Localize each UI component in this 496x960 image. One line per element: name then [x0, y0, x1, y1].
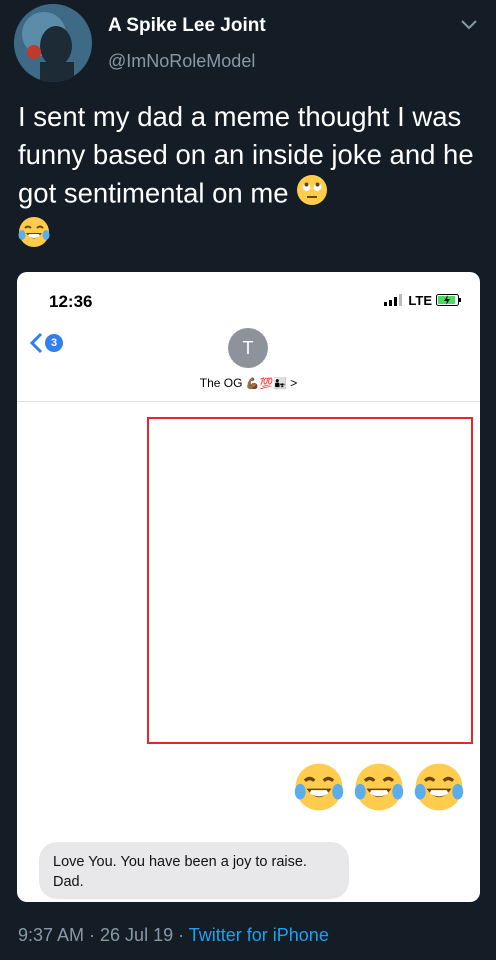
display-name[interactable]: A Spike Lee Joint — [108, 15, 266, 37]
chevron-down-icon[interactable] — [460, 18, 478, 32]
network-label: LTE — [408, 292, 432, 308]
tears-of-joy-emoji-icon — [414, 762, 464, 817]
contact-name: The OG — [199, 376, 243, 390]
chevron-left-icon — [29, 332, 43, 354]
unread-count-badge: 3 — [45, 334, 63, 352]
tweet-body: I sent my dad a meme thought I was funny… — [18, 98, 480, 258]
contact-emojis: 💪🏾💯👨‍👧 — [245, 378, 287, 390]
avatar-image — [14, 4, 92, 82]
message-line-2: Dad. — [53, 874, 84, 890]
message-line-1: Love You. You have been a joy to raise. — [53, 854, 307, 870]
profile-avatar[interactable] — [14, 4, 92, 82]
tweet-timestamp: 9:37 AM · 26 Jul 19 · — [18, 925, 189, 945]
contact-chevron: > — [290, 376, 298, 390]
incoming-message-bubble[interactable]: Love You. You have been a joy to raise. … — [39, 842, 349, 899]
imessage-screenshot[interactable]: 12:36 LTE 3 T The OG 💪🏾💯👨‍👧 > — [17, 272, 480, 902]
status-bar-right: LTE — [384, 291, 462, 309]
contact-name-row[interactable]: The OG 💪🏾💯👨‍👧 > — [17, 376, 480, 390]
contact-avatar[interactable]: T — [228, 328, 268, 368]
tears-of-joy-emoji-icon — [18, 216, 50, 258]
tears-of-joy-emoji-icon — [354, 762, 404, 817]
battery-charging-icon — [436, 294, 461, 306]
header-divider — [17, 401, 480, 402]
meme-image-placeholder[interactable] — [147, 417, 473, 744]
tears-of-joy-emoji-icon — [294, 762, 344, 817]
rolling-eyes-emoji-icon — [296, 174, 328, 216]
client-link[interactable]: Twitter for iPhone — [189, 925, 329, 945]
tweet-text: I sent my dad a meme thought I was funny… — [18, 101, 474, 209]
signal-bars-icon — [384, 294, 403, 306]
user-handle[interactable]: @ImNoRoleModel — [108, 51, 255, 72]
tweet-footer: 9:37 AM · 26 Jul 19 · Twitter for iPhone — [18, 925, 329, 946]
laugh-emoji-message[interactable] — [294, 762, 464, 817]
status-bar-time: 12:36 — [49, 292, 93, 311]
tweet-header: A Spike Lee Joint @ImNoRoleModel — [0, 0, 496, 90]
back-button[interactable]: 3 — [29, 332, 63, 354]
